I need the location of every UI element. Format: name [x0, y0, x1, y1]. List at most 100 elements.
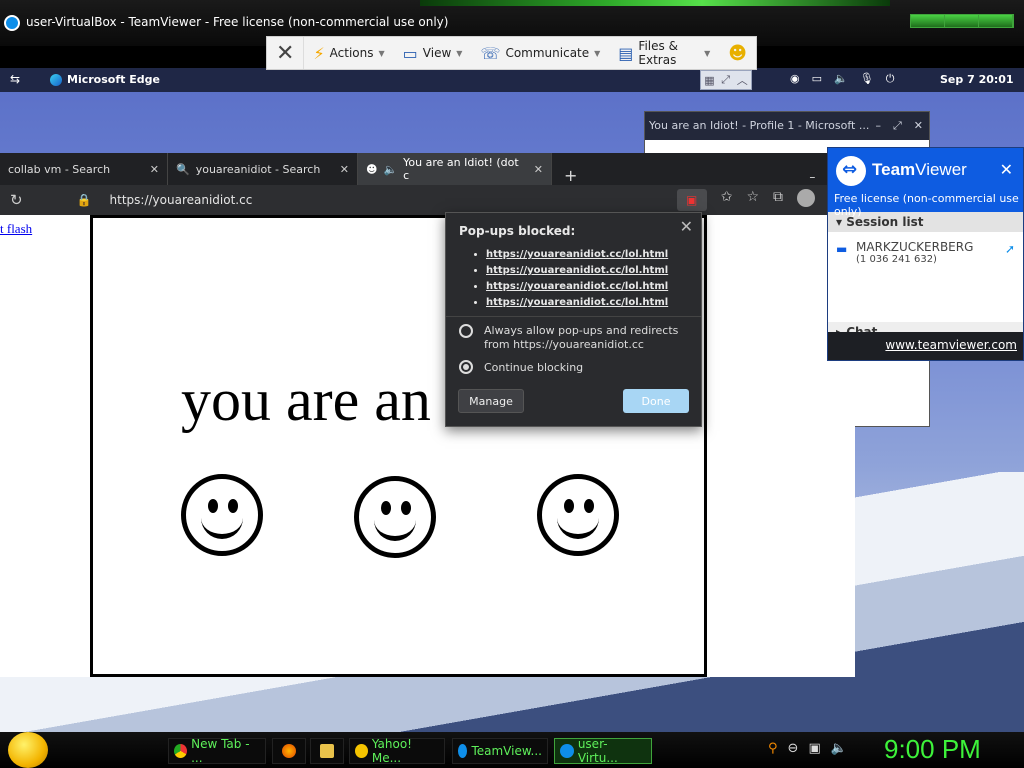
background-window-titlebar[interactable]: You are an Idiot! - Profile 1 - Microsof…	[645, 112, 929, 140]
allow-popups-label[interactable]: Always allow pop-ups and redirects from …	[484, 324, 694, 352]
tab-label: You are an Idiot! (dot c	[403, 156, 519, 182]
taskbar-item-new-tab[interactable]: New Tab - ...	[168, 737, 266, 765]
favorite-add-icon[interactable]: ✩	[721, 189, 733, 211]
blocked-link[interactable]: https://youareanidiot.cc/lol.html	[486, 297, 668, 308]
remote-clock: Sep 7 20:01	[940, 73, 1014, 86]
network-icon[interactable]: ▣	[808, 741, 820, 756]
favorites-icon[interactable]: ☆	[746, 189, 759, 211]
dialog-heading: Pop-ups blocked:	[459, 224, 576, 238]
maximize-button[interactable]	[945, 15, 979, 27]
close-icon[interactable]: ✕	[914, 119, 923, 140]
feedback-button[interactable]: ☻	[719, 37, 756, 69]
continue-blocking-radio[interactable]	[459, 360, 473, 374]
tab-you-are-an-idiot[interactable]: ☻ 🔈 You are an Idiot! (dot c ✕	[358, 153, 552, 185]
window-controls[interactable]	[910, 14, 1014, 28]
url-field[interactable]: https://youareanidiot.cc	[110, 193, 253, 207]
firefox-icon	[282, 744, 296, 758]
speaker-icon[interactable]: 🔈	[383, 163, 397, 176]
taskbar-clock[interactable]: 9:00 PM	[884, 734, 981, 765]
teamviewer-icon	[458, 744, 468, 758]
profile-avatar[interactable]	[797, 189, 815, 207]
minimize-icon[interactable]: –	[809, 170, 815, 185]
mic-icon[interactable]: 🎙	[860, 72, 874, 86]
reload-icon[interactable]: ↻	[0, 191, 33, 209]
done-button[interactable]: Done	[623, 389, 689, 413]
communicate-label: Communicate	[505, 46, 590, 60]
folder-icon	[320, 744, 334, 758]
actions-menu[interactable]: ⚡ Actions ▼	[304, 37, 393, 69]
active-app[interactable]: Microsoft Edge	[50, 73, 160, 86]
taskbar-item-label: New Tab - ...	[191, 737, 250, 765]
blocked-link[interactable]: https://youareanidiot.cc/lol.html	[486, 265, 668, 276]
end-session-button[interactable]: ✕	[267, 37, 305, 69]
manage-button[interactable]: Manage	[458, 389, 524, 413]
collapse-icon[interactable]: ︿	[737, 72, 748, 88]
smiley-face-icon: ☻	[728, 42, 747, 64]
view-menu[interactable]: ▭ View ▼	[394, 37, 472, 69]
lock-icon[interactable]: 🔒	[77, 193, 92, 207]
blocked-link[interactable]: https://youareanidiot.cc/lol.html	[486, 249, 668, 260]
smiley-icon	[537, 474, 619, 556]
brand-part-b: Viewer	[915, 160, 967, 179]
minimize-button[interactable]	[911, 15, 945, 27]
close-button[interactable]	[979, 15, 1013, 27]
teamviewer-brand: TeamViewer	[872, 160, 967, 180]
power-icon[interactable]: ⏻	[886, 72, 895, 86]
new-tab-button[interactable]: +	[552, 166, 589, 185]
session-name[interactable]: MARKZUCKERBERG	[856, 240, 973, 254]
start-button[interactable]	[8, 732, 48, 768]
volume-icon[interactable]: 🔈	[831, 741, 847, 756]
restore-icon[interactable]: ⤢	[893, 119, 902, 140]
teamviewer-tray-icon[interactable]: ◉	[790, 72, 800, 86]
close-panel-icon[interactable]: ✕	[1000, 160, 1013, 179]
files-extras-menu[interactable]: ▤ Files & Extras ▼	[609, 37, 719, 69]
collections-icon[interactable]: ⧉	[773, 189, 783, 211]
teamviewer-logo-icon	[836, 156, 866, 186]
popup-blocked-icon[interactable]: ▣	[676, 189, 707, 211]
remote-view-controls[interactable]: ▦ ⤢ ︿	[700, 70, 752, 90]
favicon-smiley-icon: ☻	[366, 162, 378, 176]
blocked-links: https://youareanidiot.cc/lol.html https:…	[472, 249, 668, 313]
taskbar-item-label: Yahoo! Me...	[371, 737, 412, 765]
popups-blocked-dialog: Pop-ups blocked: ✕ https://youareanidiot…	[445, 212, 702, 427]
continue-blocking-label[interactable]: Continue blocking	[484, 361, 583, 375]
volume-icon[interactable]: 🔈	[834, 72, 848, 86]
search-icon[interactable]: ⚲	[768, 741, 778, 756]
blocked-link[interactable]: https://youareanidiot.cc/lol.html	[486, 281, 668, 292]
grid-icon[interactable]: ▦	[704, 74, 714, 87]
teamviewer-icon	[560, 744, 574, 758]
smiley-icon	[354, 476, 436, 558]
screen-icon[interactable]: ▭	[812, 72, 822, 86]
tab-youareanidiot-search[interactable]: 🔍 youareanidiot - Search ✕	[168, 153, 358, 185]
taskbar-item-yahoo[interactable]: Yahoo! Me...	[349, 737, 445, 765]
teamviewer-link[interactable]: www.teamviewer.com	[828, 332, 1023, 360]
files-icon: ▤	[618, 43, 634, 63]
monitor-icon: ▬	[836, 242, 848, 256]
taskbar-item-user-virtualbox[interactable]: user-Virtu...	[554, 737, 652, 765]
session-list: ▬ MARKZUCKERBERG (1 036 241 632) ➚	[828, 232, 1023, 322]
teamviewer-icon	[4, 15, 20, 31]
fullscreen-icon[interactable]: ⤢	[721, 73, 730, 87]
close-dialog-icon[interactable]: ✕	[680, 217, 693, 236]
taskbar-tray: ⚲ ⊖ ▣ 🔈	[768, 741, 847, 756]
close-tab-icon[interactable]: ✕	[526, 163, 543, 176]
taskbar-item-teamviewer[interactable]: TeamView...	[452, 738, 548, 764]
remote-topbar: ⇆ Microsoft Edge ▦ ⤢ ︿ ◉ ▭ 🔈 🎙 ⏻ Sep 7 20:…	[0, 68, 1024, 92]
menu-icon[interactable]: ⇆	[10, 72, 20, 86]
lightning-icon: ⚡	[313, 43, 325, 63]
taskbar-item-files[interactable]	[310, 738, 344, 764]
minimize-icon[interactable]: –	[875, 119, 881, 140]
session-id: (1 036 241 632)	[856, 254, 937, 265]
close-tab-icon[interactable]: ✕	[332, 163, 349, 176]
actions-label: Actions	[329, 46, 374, 60]
view-label: View	[422, 46, 452, 60]
files-extras-label: Files & Extras	[638, 39, 678, 67]
circle-icon[interactable]: ⊖	[788, 741, 799, 756]
taskbar-item-firefox[interactable]	[272, 738, 306, 764]
page-big-text: you are an	[181, 367, 431, 433]
close-tab-icon[interactable]: ✕	[142, 163, 159, 176]
communicate-menu[interactable]: ☏ Communicate ▼	[471, 37, 609, 69]
tab-collab-vm[interactable]: collab vm - Search ✕	[0, 153, 168, 185]
allow-popups-radio[interactable]	[459, 324, 473, 338]
page-link[interactable]: t flash	[0, 221, 32, 237]
